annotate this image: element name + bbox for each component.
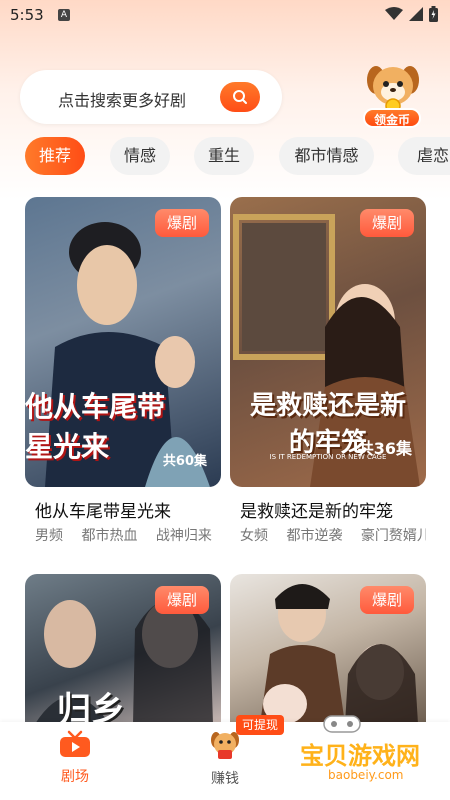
poster-title: 归乡 — [57, 690, 125, 724]
episode-count: 共60集 — [162, 454, 207, 469]
drama-poster[interactable]: 爆剧 归乡 — [25, 574, 221, 724]
drama-title[interactable]: 是救赎还是新的牢笼 — [240, 497, 393, 522]
tab-emotion[interactable]: 情感 — [110, 137, 170, 175]
watermark-title: 宝贝游戏网 — [300, 742, 420, 770]
battery-icon — [429, 6, 438, 22]
tab-urban-emotion[interactable]: 都市情感 — [279, 137, 374, 175]
tag[interactable]: 都市逆袭 — [286, 528, 342, 544]
tv-icon — [60, 730, 90, 757]
hot-badge: 爆剧 — [360, 209, 414, 237]
nav-theater[interactable]: 剧场 — [35, 730, 115, 786]
tab-recommend[interactable]: 推荐 — [25, 137, 85, 175]
tag[interactable]: 男频 — [35, 528, 63, 544]
drama-tags: 男频 都市热血 战神归来 — [35, 525, 226, 545]
drama-poster[interactable]: 爆剧 是救赎还是新的牢笼 IS IT REDEMPTION OR NEW CAG… — [230, 197, 426, 487]
search-placeholder[interactable]: 点击搜索更多好剧 — [58, 87, 186, 111]
drama-tags: 女频 都市逆袭 豪门赘婿儿 — [240, 525, 426, 545]
coin-reward-button[interactable]: 领金币 — [356, 62, 430, 132]
episode-count: 共36集 — [357, 439, 412, 458]
status-time: 5:53 — [10, 6, 44, 24]
nav-theater-label: 剧场 — [61, 769, 89, 785]
tab-tragic-love[interactable]: 虐恋 — [398, 137, 450, 175]
tag[interactable]: 都市热血 — [81, 528, 137, 544]
nav-earn-label: 赚钱 — [211, 771, 239, 787]
hot-badge: 爆剧 — [155, 586, 209, 614]
wifi-icon — [385, 7, 403, 20]
nav-earn[interactable]: 赚钱 — [185, 730, 265, 788]
tag[interactable]: 女频 — [240, 528, 268, 544]
coin-label: 领金币 — [363, 108, 421, 128]
tag[interactable]: 战神归来 — [156, 528, 212, 544]
puppy-mascot-icon — [367, 66, 419, 114]
search-icon — [233, 90, 247, 104]
status-bar: 5:53 A — [0, 0, 450, 30]
tab-rebirth[interactable]: 重生 — [194, 137, 254, 175]
hot-badge: 爆剧 — [155, 209, 209, 237]
gamepad-icon — [323, 715, 361, 733]
signal-icon — [409, 7, 423, 21]
search-bar[interactable]: 点击搜索更多好剧 — [20, 70, 282, 124]
drama-poster[interactable]: 爆剧 他从车尾带星光来 共60集 — [25, 197, 221, 487]
category-tabs: 推荐 情感 重生 都市情感 虐恋 — [0, 137, 450, 175]
poster-title: 他从车尾带星光来 — [25, 390, 166, 463]
status-icons — [385, 6, 438, 22]
hot-badge: 爆剧 — [360, 586, 414, 614]
drama-title[interactable]: 他从车尾带星光来 — [35, 497, 171, 522]
drama-poster[interactable]: 爆剧 — [230, 574, 426, 724]
watermark: 宝贝游戏网 baobeiy.com — [300, 715, 440, 788]
tag[interactable]: 豪门赘婿儿 — [361, 528, 426, 544]
notification-icon: A — [58, 9, 70, 21]
cashout-badge: 可提现 — [236, 715, 285, 735]
search-button[interactable] — [220, 82, 260, 112]
watermark-url: baobeiy.com — [328, 768, 404, 782]
puppy-coin-icon — [211, 732, 239, 759]
